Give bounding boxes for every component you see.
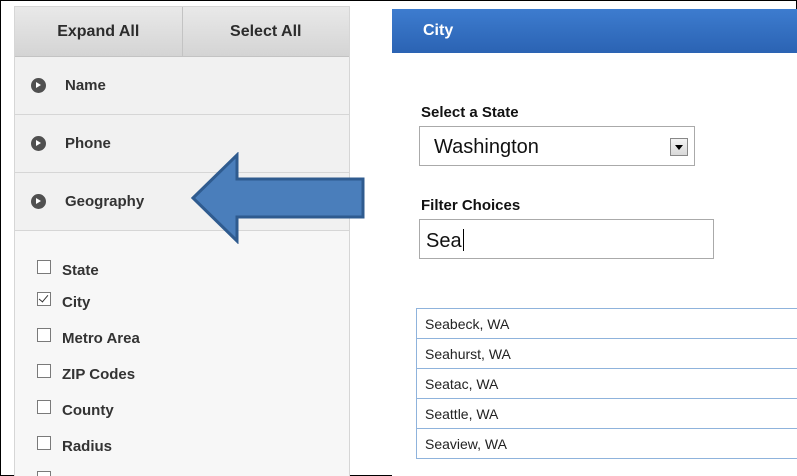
pointer-arrow-icon <box>190 152 365 244</box>
list-item[interactable]: Seabeck, WA <box>417 309 797 339</box>
section-name[interactable]: Name <box>15 57 349 115</box>
filter-label: Filter Choices <box>421 197 521 214</box>
section-label: Phone <box>65 135 111 152</box>
section-label: Geography <box>65 193 145 210</box>
checkbox[interactable] <box>37 436 51 450</box>
list-item[interactable]: Seatac, WA <box>417 369 797 399</box>
expand-arrow-icon <box>31 78 46 93</box>
checkbox-label: Radius <box>62 438 113 455</box>
filter-input[interactable]: Sea <box>419 219 714 259</box>
checkbox[interactable] <box>37 328 51 342</box>
checkbox-label: Metro Area <box>62 330 140 347</box>
select-all-button[interactable]: Select All <box>182 7 349 57</box>
geography-checklist: State City Metro Area ZIP Codes County R… <box>15 231 349 476</box>
checkbox[interactable] <box>37 364 51 378</box>
dropdown-arrow-icon[interactable] <box>670 138 688 156</box>
toolbar: Expand All Select All <box>15 7 349 57</box>
section-label: Name <box>65 77 106 94</box>
city-panel: City Select a State Washington Filter Ch… <box>392 9 797 476</box>
city-results-list: Seabeck, WA Seahurst, WA Seatac, WA Seat… <box>416 308 797 459</box>
state-select[interactable]: Washington <box>419 126 695 166</box>
panel-title: City <box>392 9 797 53</box>
list-item[interactable]: Seahurst, WA <box>417 339 797 369</box>
checkbox-city[interactable]: City <box>37 291 90 310</box>
expand-arrow-icon <box>31 136 46 151</box>
text-cursor <box>462 229 464 251</box>
checkbox-county[interactable]: County <box>37 399 114 418</box>
checkbox-label: State <box>62 262 99 279</box>
checkbox[interactable] <box>37 292 51 306</box>
checkbox-metro-area[interactable]: Metro Area <box>37 327 140 346</box>
checkbox-label: County <box>62 402 114 419</box>
list-item[interactable]: Seattle, WA <box>417 399 797 429</box>
list-item[interactable]: Seaview, WA <box>417 429 797 459</box>
state-select-value: Washington <box>434 136 539 158</box>
checkbox[interactable] <box>37 471 51 476</box>
checkbox-label: ZIP Codes <box>62 366 136 383</box>
checkbox-label: City <box>62 294 91 311</box>
checkbox[interactable] <box>37 260 51 274</box>
checkbox-partial[interactable] <box>37 471 51 476</box>
checkbox[interactable] <box>37 400 51 414</box>
checkbox-state[interactable]: State <box>37 259 99 278</box>
filter-input-value: Sea <box>426 229 464 252</box>
expand-arrow-icon <box>31 194 46 209</box>
state-label: Select a State <box>421 104 519 121</box>
checkbox-radius[interactable]: Radius <box>37 435 112 454</box>
expand-all-button[interactable]: Expand All <box>15 7 183 57</box>
checkbox-zip-codes[interactable]: ZIP Codes <box>37 363 135 382</box>
